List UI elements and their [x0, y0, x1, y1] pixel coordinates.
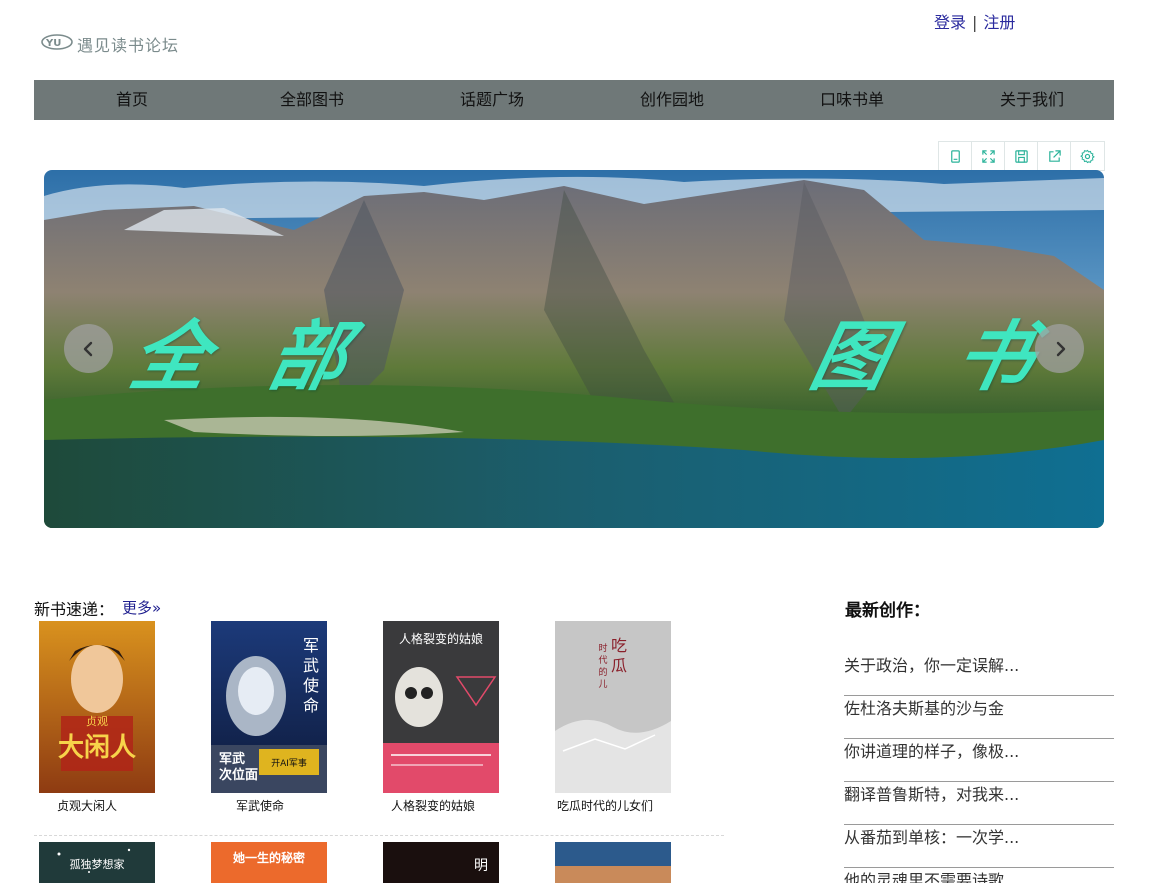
cover-title: 她一生的秘密	[233, 850, 305, 865]
cover-title: 吃	[611, 636, 627, 655]
latest-item[interactable]: 他的灵魂里不需要诗歌	[844, 866, 1114, 883]
book-cover-art: 明	[383, 842, 499, 883]
settings-button[interactable]	[1071, 142, 1104, 170]
carousel-prev-button[interactable]	[64, 324, 113, 373]
nav-item-home[interactable]: 首页	[72, 80, 192, 120]
book-cover-art: 吃 瓜 时 代 的 儿	[555, 621, 671, 793]
book-cover-art: 她一生的秘密	[211, 842, 327, 883]
auth-links: 登录 | 注册	[934, 9, 1015, 33]
svg-text:瓜: 瓜	[611, 656, 627, 675]
nav-item-booklists[interactable]: 口味书单	[792, 80, 912, 120]
book-card[interactable]: 人格裂变的姑娘 人格裂变的姑娘	[383, 621, 499, 813]
book-title[interactable]: 军武使命	[236, 797, 366, 814]
latest-item[interactable]: 你讲道理的样子，像极...	[844, 737, 1114, 780]
image-toolbar	[938, 141, 1105, 171]
cover-title: 军	[303, 636, 319, 655]
gear-icon	[1080, 149, 1095, 163]
row-divider	[34, 835, 724, 836]
book-card[interactable]: 大闲人 贞观 贞观大闲人	[39, 621, 155, 813]
book-card[interactable]: 她一生的秘密	[211, 842, 327, 883]
book-cover-art: 军 武 使 命 军武 次位面 开AI军事	[211, 621, 327, 793]
svg-text:代: 代	[598, 655, 607, 666]
cover-title: 孤独梦想家	[70, 857, 125, 871]
svg-text:YU: YU	[45, 38, 61, 49]
latest-item[interactable]: 翻译普鲁斯特，对我来...	[844, 780, 1114, 823]
latest-title: 最新创作：	[845, 601, 930, 621]
more-link[interactable]: 更多»	[122, 597, 161, 618]
chevron-right-icon	[1056, 341, 1065, 356]
svg-text:的: 的	[598, 666, 607, 678]
book-card[interactable]: 明	[383, 842, 499, 883]
svg-text:使: 使	[303, 676, 319, 695]
book-cover-art: 人格裂变的姑娘	[383, 621, 499, 793]
book-card[interactable]	[555, 842, 671, 883]
book-card[interactable]: 军 武 使 命 军武 次位面 开AI军事 军武使命	[211, 621, 327, 813]
svg-text:次位面: 次位面	[219, 767, 258, 783]
book-cover-art	[555, 842, 671, 883]
tablet-view-button[interactable]	[939, 142, 972, 170]
svg-text:儿: 儿	[598, 679, 607, 690]
register-link[interactable]: 注册	[983, 13, 1015, 32]
login-link[interactable]: 登录	[934, 13, 966, 32]
latest-item[interactable]: 关于政治，你一定误解...	[844, 651, 1114, 694]
fullscreen-button[interactable]	[972, 142, 1005, 170]
site-logo[interactable]: YU 遇见读书论坛	[40, 30, 220, 56]
cover-title: 人格裂变的姑娘	[399, 631, 483, 646]
tablet-icon	[950, 149, 960, 163]
cover-title: 大闲人	[58, 733, 136, 763]
share-icon	[1048, 149, 1061, 162]
book-title[interactable]: 人格裂变的姑娘	[391, 797, 521, 814]
main-nav: 首页 全部图书 话题广场 创作园地 口味书单 关于我们	[34, 80, 1114, 120]
carousel-next-button[interactable]	[1035, 324, 1084, 373]
svg-text:命: 命	[303, 696, 319, 715]
book-title[interactable]: 贞观大闲人	[57, 797, 187, 814]
save-image-button[interactable]	[1005, 142, 1038, 170]
share-button[interactable]	[1038, 142, 1071, 170]
nav-item-topics[interactable]: 话题广场	[432, 80, 552, 120]
book-cover[interactable]: 大闲人 贞观	[39, 621, 155, 793]
book-cover[interactable]: 军 武 使 命 军武 次位面 开AI军事	[211, 621, 327, 793]
svg-text:贞观: 贞观	[86, 714, 108, 728]
new-books-title: 新书速递：	[34, 600, 115, 619]
logo-text: 遇见读书论坛	[77, 36, 180, 55]
book-card[interactable]: 孤独梦想家	[39, 842, 155, 883]
svg-text:军武: 军武	[219, 751, 245, 767]
logo-mark-icon: YU	[41, 34, 73, 50]
book-cover-art: 大闲人 贞观	[39, 621, 155, 793]
auth-separator: |	[972, 13, 978, 32]
book-cover[interactable]: 吃 瓜 时 代 的 儿	[555, 621, 671, 793]
svg-text:时: 时	[598, 642, 607, 654]
banner-carousel[interactable]: 全 部 图 书	[44, 170, 1104, 528]
latest-item[interactable]: 佐杜洛夫斯基的沙与金	[844, 694, 1114, 737]
book-card[interactable]: 吃 瓜 时 代 的 儿 吃瓜时代的儿女们	[555, 621, 671, 813]
book-cover[interactable]: 人格裂变的姑娘	[383, 621, 499, 793]
nav-item-creation[interactable]: 创作园地	[612, 80, 732, 120]
svg-text:武: 武	[303, 656, 319, 675]
chevron-left-icon	[83, 341, 92, 356]
nav-item-all-books[interactable]: 全部图书	[252, 80, 372, 120]
book-cover-art: 孤独梦想家	[39, 842, 155, 883]
book-title[interactable]: 吃瓜时代的儿女们	[557, 797, 687, 814]
cover-title: 明	[474, 858, 488, 874]
save-icon	[1014, 149, 1028, 163]
svg-text:开AI军事: 开AI军事	[271, 757, 307, 769]
nav-item-about[interactable]: 关于我们	[972, 80, 1092, 120]
expand-icon	[981, 149, 995, 163]
latest-item[interactable]: 从番茄到单核：一次学...	[844, 823, 1114, 866]
